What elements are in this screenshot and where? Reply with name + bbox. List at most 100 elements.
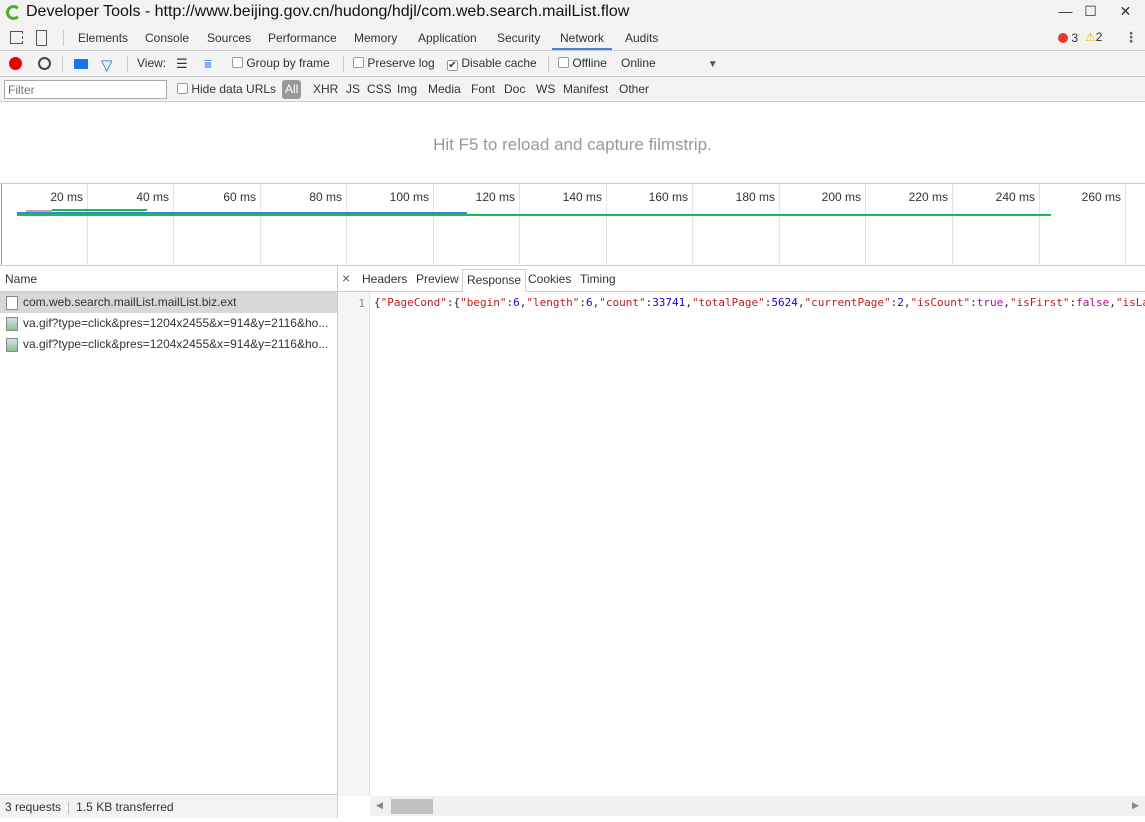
json-token: { (374, 296, 381, 309)
filter-type-css[interactable]: CSS (367, 77, 392, 102)
json-token: 33741 (652, 296, 686, 309)
json-token: , (903, 296, 911, 309)
device-toolbar-icon[interactable] (36, 30, 47, 46)
gridline (779, 184, 780, 265)
tab-audits[interactable]: Audits (617, 26, 666, 50)
tick-label: 180 ms (735, 190, 775, 204)
group-by-frame-checkbox[interactable]: Group by frame (232, 51, 330, 76)
timeline-bar (52, 209, 147, 211)
status-bar: 3 requests | 1.5 KB transferred (0, 794, 337, 818)
gridline (173, 184, 174, 265)
json-token: "currentPage" (804, 296, 891, 309)
tick-label: 200 ms (821, 190, 861, 204)
divider (127, 56, 128, 72)
filter-type-doc[interactable]: Doc (504, 77, 525, 102)
json-token: "length" (526, 296, 580, 309)
close-button[interactable]: ✕ (1108, 0, 1143, 22)
scroll-right-icon[interactable]: ▶ (1132, 800, 1139, 811)
checkbox-checked[interactable]: ✔ (447, 60, 458, 71)
tab-cookies[interactable]: Cookies (524, 269, 575, 292)
gridline (260, 184, 261, 265)
waterfall-overview-icon[interactable]: ⩸ (204, 56, 212, 72)
filter-type-other[interactable]: Other (619, 77, 649, 102)
image-file-icon (6, 338, 18, 352)
gridline (87, 184, 88, 265)
warning-icon: ⚠ (1085, 30, 1096, 44)
timeline-overview[interactable]: 20 ms 40 ms 60 ms 80 ms 100 ms 120 ms 140 ms 16… (0, 184, 1145, 266)
checkbox[interactable] (177, 83, 188, 94)
preserve-log-checkbox[interactable]: Preserve log (353, 51, 435, 76)
capture-screenshots-icon[interactable] (74, 59, 88, 69)
tab-sources[interactable]: Sources (199, 26, 259, 50)
transferred-size: 1.5 KB transferred (76, 800, 174, 814)
disable-cache-checkbox[interactable]: ✔ Disable cache (447, 51, 537, 76)
filter-type-manifest[interactable]: Manifest (563, 77, 608, 102)
filter-type-font[interactable]: Font (471, 77, 495, 102)
json-token: "PageCond" (380, 296, 447, 309)
filter-type-js[interactable]: JS (346, 77, 360, 102)
tab-timing[interactable]: Timing (576, 269, 620, 292)
filter-type-xhr[interactable]: XHR (313, 77, 338, 102)
maximize-button[interactable]: ☐ (1073, 0, 1108, 22)
request-list: Name com.web.search.mailList.mailList.bi… (0, 266, 338, 818)
response-body[interactable]: {"PageCond":{"begin":6,"length":6,"count… (374, 296, 1145, 309)
window-title: Developer Tools - http://www.beijing.gov… (26, 3, 630, 20)
horizontal-scrollbar[interactable]: ◀ ▶ (370, 796, 1145, 816)
tab-headers[interactable]: Headers (358, 269, 411, 292)
checkbox[interactable] (353, 57, 364, 68)
gridline (865, 184, 866, 265)
record-button[interactable] (9, 57, 22, 70)
request-row[interactable]: va.gif?type=click&pres=1204x2455&x=914&y… (0, 313, 337, 334)
detail-tabs: × Headers Preview Response Cookies Timing (338, 266, 1145, 292)
tick-label: 40 ms (136, 190, 169, 204)
tab-console[interactable]: Console (137, 26, 197, 50)
request-count: 3 requests (5, 800, 62, 814)
filter-type-all[interactable]: All (282, 80, 302, 99)
tab-security[interactable]: Security (489, 26, 548, 50)
gridline (433, 184, 434, 265)
tick-label: 100 ms (389, 190, 429, 204)
filter-icon[interactable]: ▽ (101, 56, 113, 74)
tab-memory[interactable]: Memory (346, 26, 405, 50)
close-detail-icon[interactable]: × (342, 270, 350, 286)
offline-checkbox[interactable]: Offline (558, 51, 607, 76)
tab-performance[interactable]: Performance (260, 26, 345, 50)
scroll-left-icon[interactable]: ◀ (376, 800, 383, 811)
checkbox[interactable] (558, 57, 569, 68)
network-toolbar: ▽ View: ☰ ⩸ Group by frame Preserve log … (0, 51, 1145, 77)
tab-response[interactable]: Response (462, 269, 527, 292)
gridline (1039, 184, 1040, 265)
tab-preview[interactable]: Preview (412, 269, 463, 292)
inspect-element-icon[interactable] (10, 31, 23, 44)
request-row[interactable]: com.web.search.mailList.mailList.biz.ext (0, 292, 337, 313)
clear-button[interactable] (38, 57, 51, 70)
error-count[interactable]: 3 (1058, 31, 1078, 45)
large-rows-icon[interactable]: ☰ (176, 57, 188, 70)
tab-elements[interactable]: Elements (70, 26, 136, 50)
json-token: true (976, 296, 1004, 309)
tick-label: 60 ms (223, 190, 256, 204)
tab-network[interactable]: Network (552, 26, 613, 50)
throttle-select[interactable]: Online ▼ (621, 51, 718, 76)
hide-data-urls-checkbox[interactable]: Hide data URLs (177, 77, 276, 102)
scrollbar-thumb[interactable] (391, 799, 433, 814)
request-detail: × Headers Preview Response Cookies Timing 1 … (338, 266, 1145, 818)
json-token: 6 (513, 296, 520, 309)
filter-input[interactable] (4, 80, 167, 99)
warning-count[interactable]: ⚠2 (1085, 30, 1102, 44)
json-token: :{ (446, 296, 461, 309)
checkbox[interactable] (232, 57, 243, 68)
filter-type-media[interactable]: Media (428, 77, 461, 102)
devtools-tabs: 3 ⚠2 ⋮ Elements Console Sources Performance… (0, 26, 1145, 51)
divider (548, 56, 549, 72)
filter-type-ws[interactable]: WS (536, 77, 555, 102)
name-column-header[interactable]: Name (0, 266, 337, 292)
request-row[interactable]: va.gif?type=click&pres=1204x2455&x=914&y… (0, 334, 337, 355)
tab-application[interactable]: Application (410, 26, 485, 50)
json-token: : (970, 296, 977, 309)
more-options-icon[interactable]: ⋮ (1124, 29, 1138, 46)
json-token: , (1109, 296, 1116, 309)
ie-logo-icon (6, 5, 21, 20)
filter-type-img[interactable]: Img (397, 77, 417, 102)
json-token: "begin" (460, 296, 507, 309)
